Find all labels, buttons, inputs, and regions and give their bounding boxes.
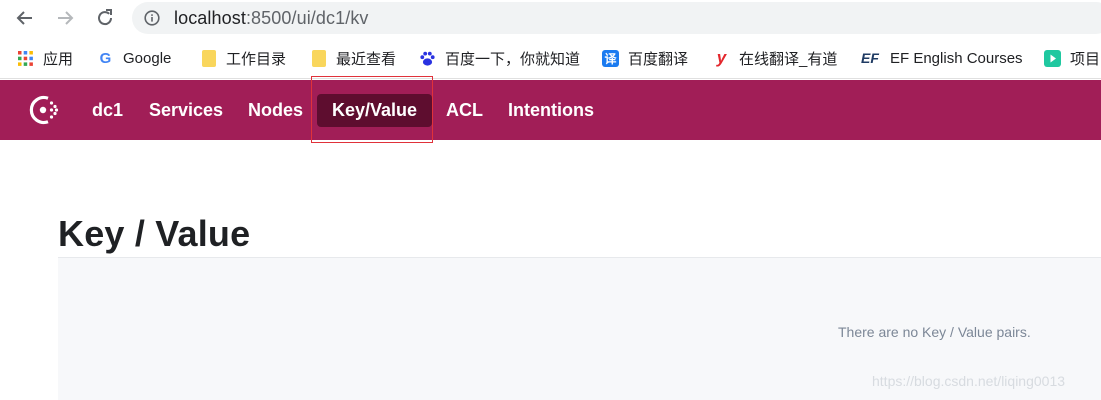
bookmark-apps[interactable]: 应用 xyxy=(17,48,73,68)
ef-icon: EF xyxy=(861,50,879,66)
bookmark-label: 百度一下，你就知道 xyxy=(445,50,581,68)
folder-icon xyxy=(200,49,217,67)
bookmark-recent-folder[interactable]: 最近查看 xyxy=(310,48,396,68)
bookmark-label: 最近查看 xyxy=(336,50,397,68)
arrow-left-icon xyxy=(16,11,32,25)
url-host: localhost xyxy=(174,8,246,28)
bookmark-ef[interactable]: EF EF English Courses xyxy=(859,48,1023,68)
bookmark-google[interactable]: G Google xyxy=(97,48,172,68)
nav-services[interactable]: Services xyxy=(134,94,238,127)
apps-grid-icon xyxy=(17,50,34,67)
bookmark-label: EF English Courses xyxy=(890,49,1023,67)
youdao-icon: y xyxy=(716,48,727,67)
bookmark-youdao[interactable]: y 在线翻译_有道 xyxy=(713,48,838,68)
app-nav: dc1 Services Nodes Key/Value ACL Intenti… xyxy=(0,80,1101,140)
bookmark-label: 百度翻译 xyxy=(628,50,689,68)
nav-acl[interactable]: ACL xyxy=(431,94,498,127)
consul-logo-icon[interactable] xyxy=(26,93,62,127)
baidu-translate-icon: 译 xyxy=(602,49,619,67)
nav-nodes[interactable]: Nodes xyxy=(233,94,318,127)
bookmark-baidu[interactable]: 百度一下，你就知道 xyxy=(419,48,580,68)
bookmark-baidu-translate[interactable]: 译 百度翻译 xyxy=(602,48,688,68)
browser-toolbar: localhost:8500/ui/dc1/kv xyxy=(0,0,1101,37)
baidu-paw-icon xyxy=(419,50,436,67)
bookmarks-bar: 应用 G Google 工作目录 最近查看 百度一下，你就知道 译 百度翻译 y… xyxy=(0,37,1101,79)
watermark-text: https://blog.csdn.net/liqing0013 xyxy=(872,373,1066,389)
play-icon xyxy=(1044,49,1061,67)
nav-datacenter[interactable]: dc1 xyxy=(77,94,138,127)
bookmark-label: 工作目录 xyxy=(226,50,287,68)
back-button[interactable] xyxy=(13,6,37,30)
url-text[interactable]: localhost:8500/ui/dc1/kv xyxy=(174,8,369,29)
bookmark-label: 在线翻译_有道 xyxy=(739,50,838,68)
reload-icon xyxy=(98,9,113,26)
nav-intentions[interactable]: Intentions xyxy=(493,94,609,127)
arrow-right-icon xyxy=(58,11,74,25)
bookmark-label: Google xyxy=(123,49,172,67)
annotation-highlight-box xyxy=(311,76,433,143)
forward-button[interactable] xyxy=(53,6,77,30)
address-bar[interactable]: localhost:8500/ui/dc1/kv xyxy=(132,2,1101,34)
bookmark-work-folder[interactable]: 工作目录 xyxy=(200,48,286,68)
page-title: Key / Value xyxy=(58,213,251,254)
info-icon[interactable] xyxy=(144,10,160,26)
empty-state-message: There are no Key / Value pairs. xyxy=(838,324,1031,340)
bookmark-project[interactable]: 项目 xyxy=(1044,48,1100,68)
reload-button[interactable] xyxy=(93,6,117,30)
google-icon: G xyxy=(99,49,112,67)
url-path: :8500/ui/dc1/kv xyxy=(245,8,369,28)
bookmark-label: 应用 xyxy=(43,50,74,68)
bookmark-label: 项目 xyxy=(1070,50,1101,68)
folder-icon xyxy=(310,49,327,67)
